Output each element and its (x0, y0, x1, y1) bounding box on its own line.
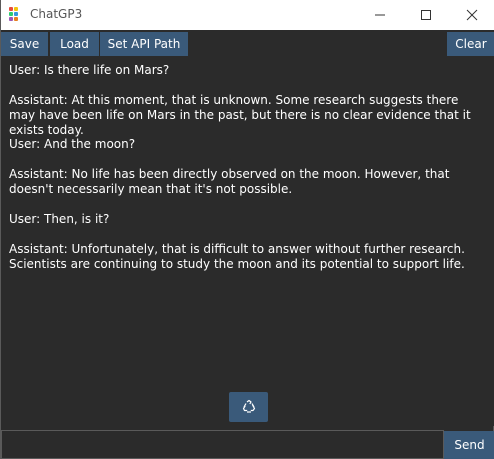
load-button[interactable]: Load (50, 32, 99, 56)
minimize-button[interactable] (357, 0, 403, 30)
chat-message: User: Is there life on Mars? (9, 63, 170, 77)
close-icon (466, 9, 478, 21)
maximize-button[interactable] (403, 0, 449, 30)
close-button[interactable] (449, 0, 494, 30)
window-title: ChatGP3 (30, 7, 83, 21)
title-bar: ChatGP3 (1, 0, 494, 30)
recycle-icon (242, 399, 255, 413)
chat-message: Assistant: At this moment, that is unkno… (9, 93, 475, 137)
clear-button[interactable]: Clear (447, 32, 494, 56)
chat-transcript[interactable]: User: Is there life on Mars? Assistant: … (2, 56, 494, 426)
chat-message: User: And the moon? (9, 137, 136, 151)
maximize-icon (421, 10, 431, 20)
set-api-path-button[interactable]: Set API Path (100, 32, 188, 56)
chat-message: Assistant: Unfortunately, that is diffic… (9, 242, 469, 271)
chat-message: User: Then, is it? (9, 212, 110, 226)
app-logo-icon (9, 7, 23, 22)
save-button[interactable]: Save (1, 32, 48, 56)
minimize-icon (375, 14, 385, 16)
regenerate-button[interactable] (229, 392, 268, 422)
app-window: ChatGP3 Save Load Set API Path Clear Use… (0, 0, 494, 459)
message-input[interactable] (1, 430, 444, 459)
chat-message: Assistant: No life has been directly obs… (9, 167, 454, 196)
toolbar: Save Load Set API Path Clear (1, 30, 494, 56)
send-button[interactable]: Send (444, 431, 494, 459)
